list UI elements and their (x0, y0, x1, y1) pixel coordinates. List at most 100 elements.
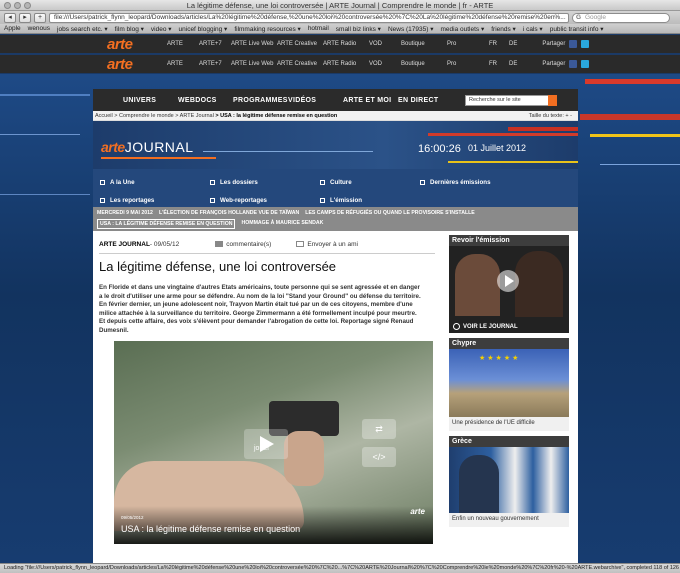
bookmark-item[interactable]: film blog ▾ (115, 25, 144, 33)
breadcrumb-path[interactable]: Accueil > Comprendre le monde > ARTE Jou… (95, 113, 214, 119)
section-les-reportages[interactable]: Les reportages (100, 195, 210, 208)
arte-nav-item[interactable]: ARTE (167, 61, 199, 67)
browser-status-bar: Loading "file:///Users/patrick_flynn_leo… (0, 563, 680, 573)
back-button[interactable]: ◂ (4, 12, 16, 23)
revoir-heading: Revoir l'émission (449, 235, 569, 246)
ticker-item[interactable]: LES CAMPS DE RÉFUGIÉS OU QUAND LE PROVIS… (305, 208, 474, 218)
arte-nav-item[interactable]: Boutique (401, 61, 447, 67)
voir-le-journal-link[interactable]: VOIR LE JOURNAL (463, 324, 518, 330)
arte-nav-item[interactable]: VOD (369, 61, 401, 67)
send-to-friend-link[interactable]: Envoyer à un ami (307, 241, 358, 248)
bookmark-item[interactable]: unicef blogging ▾ (179, 25, 228, 33)
bookmark-item[interactable]: hotmail (308, 25, 329, 32)
video-player[interactable]: jouer ⇄ </> 09/05/2012 USA : la légitime… (114, 341, 433, 544)
nav-programmes[interactable]: PROGRAMMES (233, 97, 288, 104)
nav-arte-et-moi[interactable]: ARTE ET MOI (343, 97, 398, 104)
grece-block: Grèce Enfin un nouveau gouvernement (449, 436, 569, 527)
address-bar[interactable]: file:///Users/patrick_flynn_leopard/Down… (49, 12, 569, 23)
bookmark-item[interactable]: small biz links ▾ (336, 25, 381, 33)
bookmark-item[interactable]: Apple (4, 25, 21, 32)
lang-de[interactable]: DE (509, 61, 517, 67)
arte-nav-item[interactable]: ARTE Radio (323, 41, 369, 47)
minimize-window-icon[interactable] (14, 2, 21, 9)
window-title: La légitime défense, une loi controversé… (186, 1, 494, 10)
chypre-description[interactable]: Une présidence de l'UE difficile (449, 417, 569, 431)
arte-logo[interactable]: arte (107, 36, 167, 53)
zoom-window-icon[interactable] (24, 2, 31, 9)
arte-nav-item[interactable]: ARTE Radio (323, 61, 369, 67)
arte-nav-item[interactable]: ARTE+7 (199, 61, 231, 67)
arte-nav-item[interactable]: Pro (447, 41, 479, 47)
bookmark-item[interactable]: jobs search etc. ▾ (57, 25, 108, 33)
grece-description[interactable]: Enfin un nouveau gouvernement (449, 513, 569, 527)
bullet-icon (320, 198, 325, 204)
browser-search-input[interactable]: Google (572, 12, 670, 23)
arte-nav-item[interactable]: ARTE Creative (277, 41, 323, 47)
nav-videos[interactable]: VIDÉOS (288, 97, 343, 104)
lang-de[interactable]: DE (509, 41, 517, 47)
bookmark-item[interactable]: wenous (28, 25, 50, 32)
play-icon[interactable] (497, 270, 519, 292)
bookmark-item[interactable]: media outlets ▾ (441, 25, 485, 33)
arte-nav-item[interactable]: Boutique (401, 41, 447, 47)
bookmark-item[interactable]: public transit info ▾ (550, 25, 604, 33)
video-title: USA : la légitime défense remise en ques… (121, 524, 301, 534)
play-label[interactable]: jouer (254, 445, 270, 452)
ticker-item[interactable]: L'ÉLECTION DE FRANÇOIS HOLLANDE VUE DE T… (159, 208, 299, 218)
grece-image[interactable] (449, 447, 569, 513)
section-dernieres-emissions[interactable]: Dernières émissions (420, 176, 540, 189)
section-web-reportages[interactable]: Web-reportages (210, 195, 320, 208)
lang-fr[interactable]: FR (489, 41, 497, 47)
section-nav: A la Une Les dossiers Culture Dernières … (93, 169, 578, 207)
nav-webdocs[interactable]: WEBDOCS (178, 97, 233, 104)
live-clock: 16:00:26 (418, 143, 461, 155)
chypre-heading: Chypre (449, 338, 569, 349)
section-a-la-une[interactable]: A la Une (100, 176, 210, 189)
bookmark-item[interactable]: News (17935) ▾ (388, 25, 434, 33)
arte-journal-page: UNIVERS WEBDOCS PROGRAMMES VIDÉOS ARTE E… (93, 89, 578, 563)
window-controls[interactable] (4, 2, 31, 9)
arte-nav-item[interactable]: ARTE Live Web (231, 61, 277, 67)
lang-fr[interactable]: FR (489, 61, 497, 67)
add-bookmark-button[interactable]: + (34, 12, 46, 23)
arte-nav-item[interactable]: ARTE Live Web (231, 41, 277, 47)
main-nav: UNIVERS WEBDOCS PROGRAMMES VIDÉOS ARTE E… (93, 89, 578, 111)
breadcrumb-current: > USA : la légitime défense remise en qu… (215, 113, 338, 119)
arte-logo[interactable]: arte (107, 56, 167, 73)
chypre-image[interactable]: ★★★★★ (449, 349, 569, 417)
text-size-control[interactable]: Taille du texte: + - (529, 111, 572, 121)
play-icon[interactable] (244, 429, 288, 459)
share-label: Partager (542, 61, 566, 67)
section-culture[interactable]: Culture (320, 176, 420, 189)
article-date: - 09/05/12 (149, 240, 180, 248)
share-video-icon[interactable]: ⇄ (362, 419, 396, 439)
bookmark-item[interactable]: filmmaking resources ▾ (234, 25, 300, 33)
arte-journal-logo[interactable]: arteJOURNAL (101, 139, 194, 155)
nav-en-direct[interactable]: EN DIRECT (398, 97, 453, 104)
facebook-icon[interactable] (569, 40, 578, 48)
bookmark-item[interactable]: friends ▾ (491, 25, 516, 33)
facebook-icon[interactable] (569, 60, 578, 68)
window-titlebar: La légitime défense, une loi controversé… (0, 0, 680, 11)
arte-nav-item[interactable]: Pro (447, 61, 479, 67)
twitter-icon[interactable] (581, 40, 590, 48)
revoir-thumbnail[interactable]: VOIR LE JOURNAL (449, 246, 569, 333)
arte-nav-item[interactable]: ARTE+7 (199, 41, 231, 47)
section-les-dossiers[interactable]: Les dossiers (210, 176, 320, 189)
section-l-emission[interactable]: L'émission (320, 195, 420, 208)
ticker-item-active[interactable]: USA : LA LÉGITIME DÉFENSE REMISE EN QUES… (97, 219, 236, 229)
sidebar: Revoir l'émission VOIR LE JOURNAL Chypre… (449, 235, 569, 532)
arte-nav-item[interactable]: VOD (369, 41, 401, 47)
arte-nav-item[interactable]: ARTE (167, 41, 199, 47)
ticker-item[interactable]: HOMMAGE À MAURICE SENDAK (241, 218, 323, 229)
bookmark-item[interactable]: i cals ▾ (523, 25, 543, 33)
nav-univers[interactable]: UNIVERS (123, 97, 178, 104)
comments-link[interactable]: commentaire(s) (226, 241, 271, 248)
bookmark-item[interactable]: video ▾ (151, 25, 172, 33)
twitter-icon[interactable] (581, 60, 590, 68)
site-search-input[interactable]: Recherche sur le site (465, 94, 557, 106)
close-window-icon[interactable] (4, 2, 11, 9)
forward-button[interactable]: ▸ (19, 12, 31, 23)
arte-nav-item[interactable]: ARTE Creative (277, 61, 323, 67)
embed-code-icon[interactable]: </> (362, 447, 396, 467)
